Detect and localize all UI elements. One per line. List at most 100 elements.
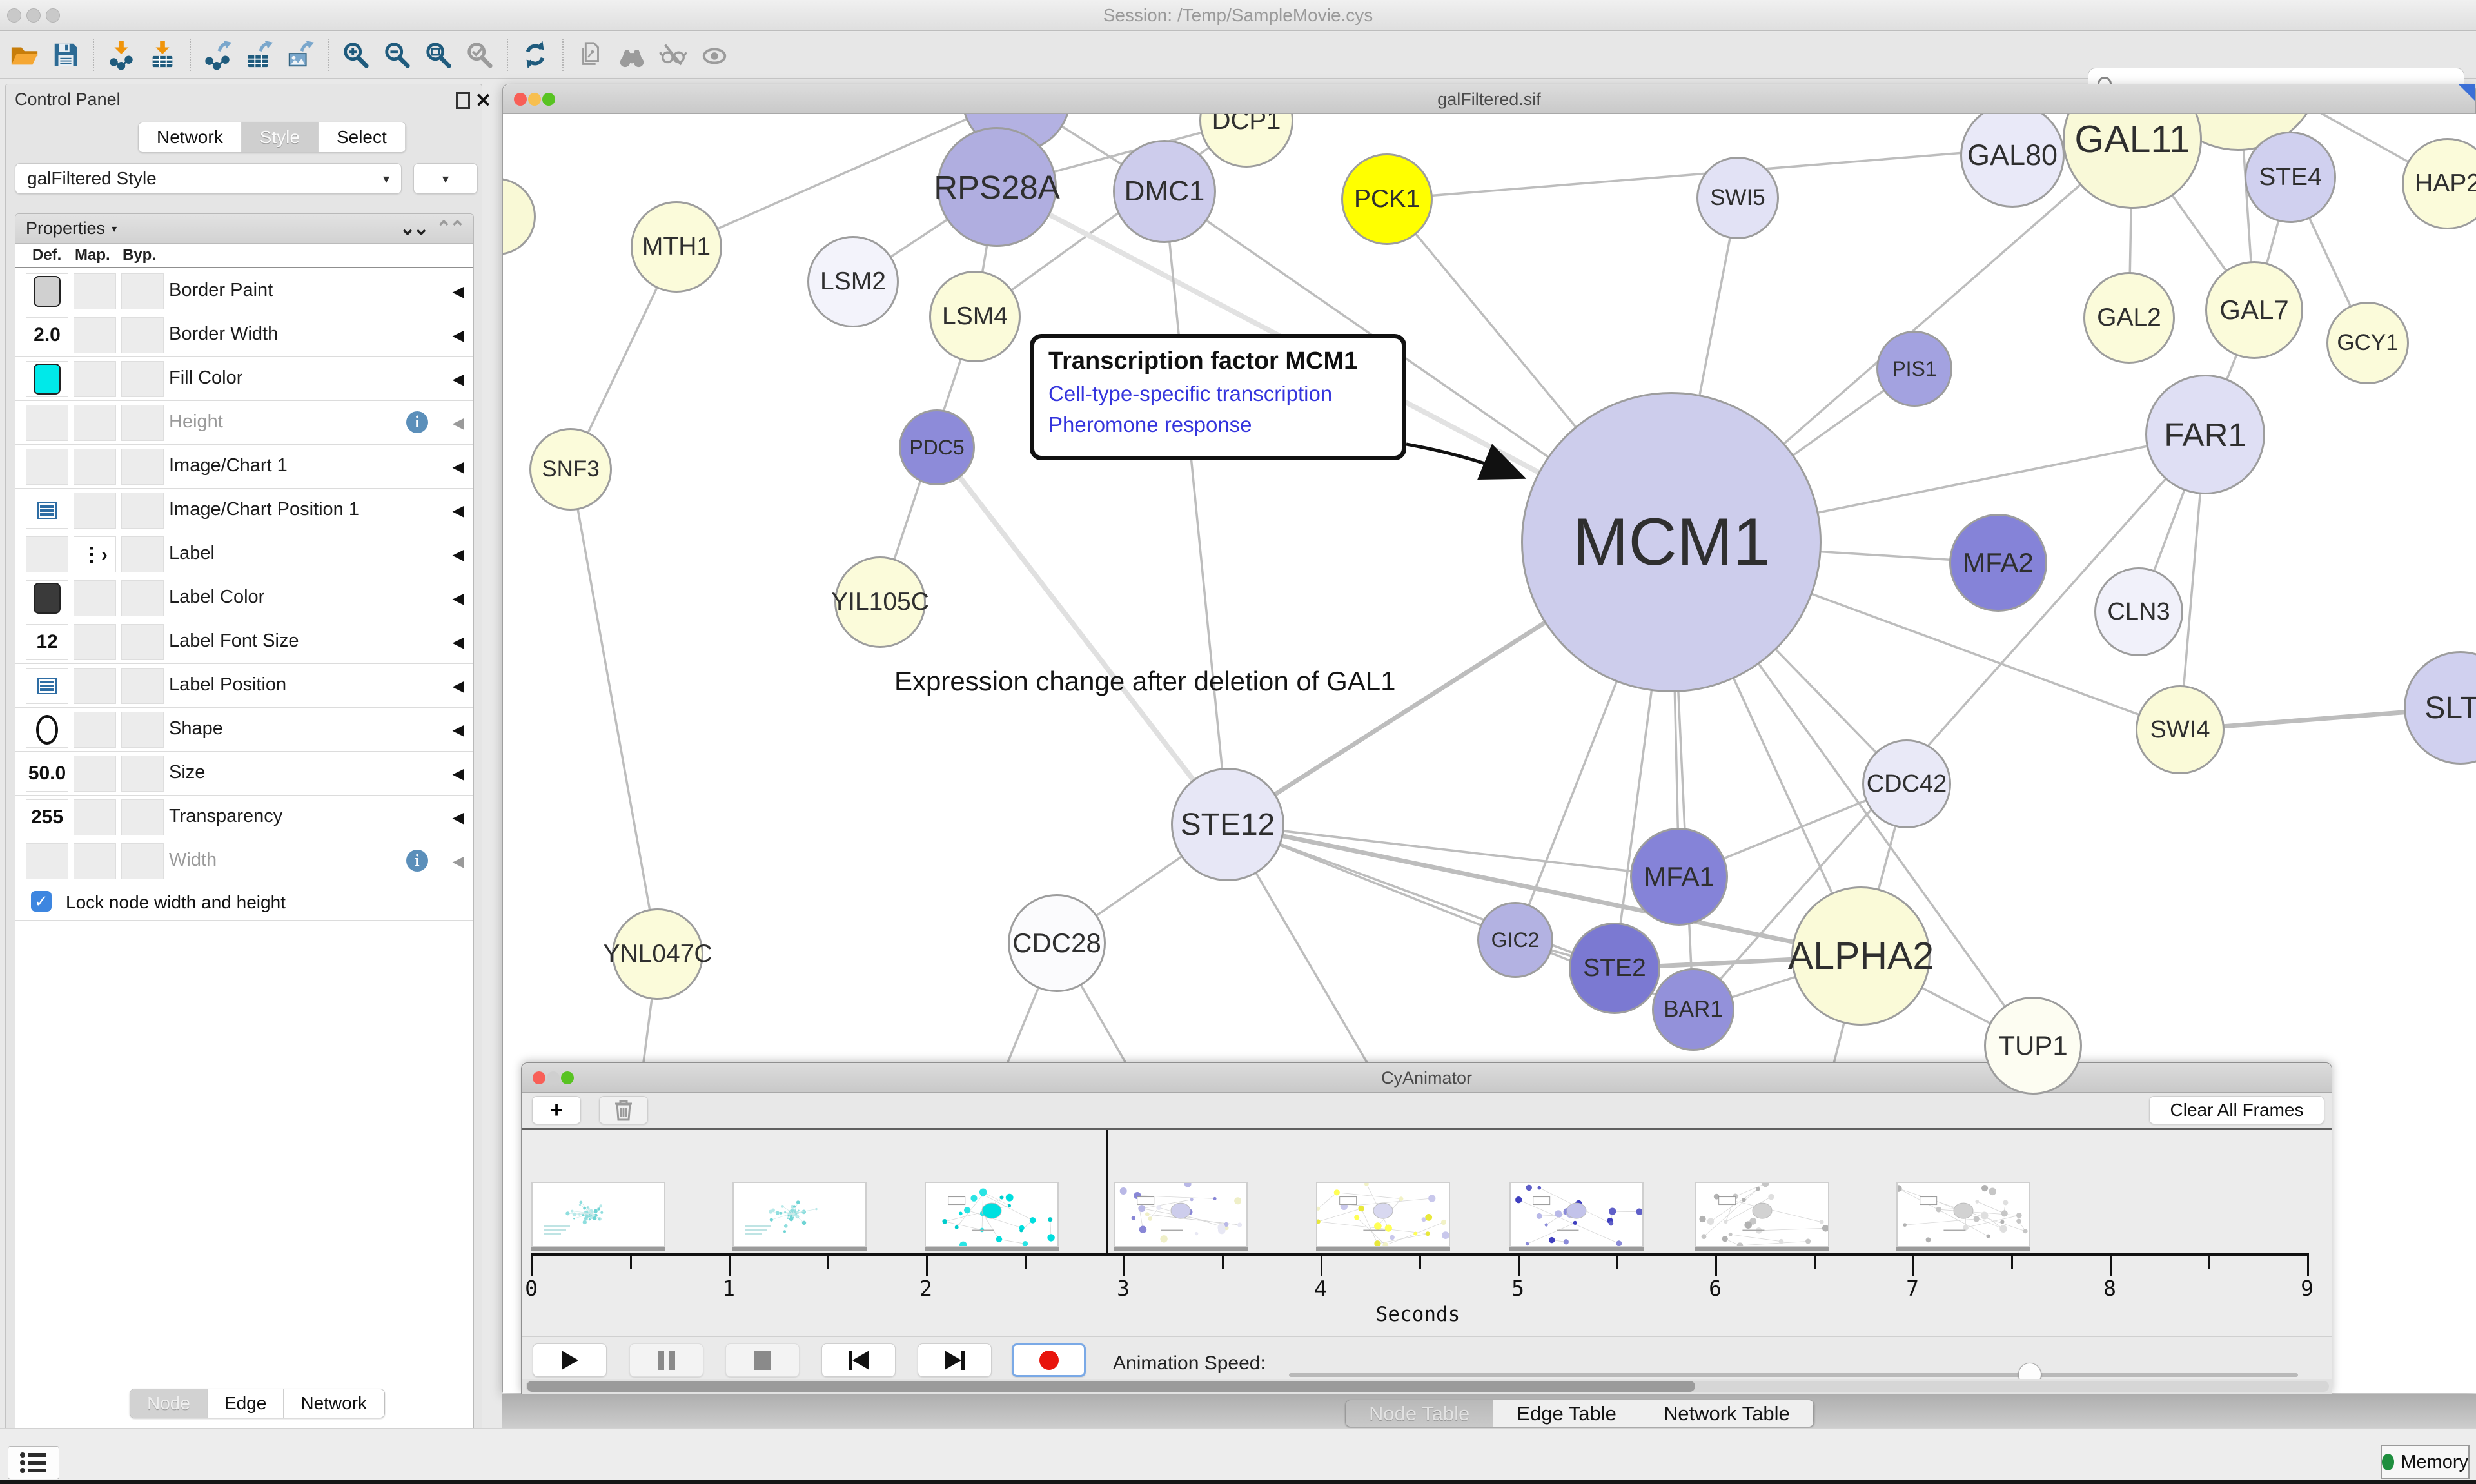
- node-gal2[interactable]: GAL2: [2083, 272, 2175, 364]
- lock-checkbox[interactable]: ✓: [31, 891, 52, 912]
- expand-row-icon[interactable]: ◀: [453, 458, 464, 476]
- mapping-cell[interactable]: [74, 361, 116, 397]
- bypass-cell[interactable]: [121, 317, 164, 353]
- mapping-cell[interactable]: [74, 273, 116, 309]
- tab-node-table[interactable]: Node Table: [1346, 1400, 1493, 1427]
- close-panel-icon[interactable]: ✕: [475, 90, 491, 112]
- zoom-fit-icon[interactable]: [418, 37, 459, 73]
- node-dmc1[interactable]: DMC1: [1113, 140, 1216, 243]
- mapping-cell[interactable]: [74, 799, 116, 835]
- bypass-cell[interactable]: [121, 449, 164, 485]
- expand-row-icon[interactable]: ◀: [453, 326, 464, 345]
- mapping-cell[interactable]: [74, 405, 116, 441]
- float-panel-icon[interactable]: [456, 92, 470, 109]
- show-details-icon[interactable]: [694, 37, 735, 73]
- export-network-icon[interactable]: [197, 37, 239, 73]
- expand-row-icon[interactable]: ◀: [453, 852, 464, 871]
- default-value-cell[interactable]: [26, 273, 68, 309]
- default-value-cell[interactable]: 50.0: [26, 756, 68, 792]
- node-rps28a[interactable]: RPS28A: [937, 127, 1057, 247]
- expand-row-icon[interactable]: ◀: [453, 414, 464, 433]
- frame-thumbnail-7[interactable]: [1896, 1182, 2030, 1247]
- save-session-icon[interactable]: [45, 37, 86, 73]
- bypass-cell[interactable]: [121, 273, 164, 309]
- stop-button[interactable]: [725, 1343, 800, 1377]
- tab-style[interactable]: Style: [242, 122, 319, 152]
- node-mfa1[interactable]: MFA1: [1630, 828, 1728, 926]
- default-value-cell[interactable]: 255: [26, 799, 68, 835]
- bypass-cell[interactable]: [121, 580, 164, 616]
- frame-thumbnail-0[interactable]: [531, 1182, 665, 1247]
- style-selector[interactable]: galFiltered Style ▾: [15, 163, 402, 194]
- property-row-label-position[interactable]: Label Position◀: [15, 664, 473, 708]
- bypass-cell[interactable]: [121, 361, 164, 397]
- record-button[interactable]: [1012, 1343, 1086, 1377]
- mapping-cell[interactable]: [74, 712, 116, 748]
- network-window-titlebar[interactable]: galFiltered.sif: [503, 84, 2475, 114]
- node-alpha2[interactable]: ALPHA2: [1791, 886, 1931, 1026]
- tab-edge-table[interactable]: Edge Table: [1493, 1400, 1640, 1427]
- expand-row-icon[interactable]: ◀: [453, 633, 464, 652]
- zoom-out-icon[interactable]: [377, 37, 418, 73]
- style-tab-node[interactable]: Node: [130, 1389, 208, 1418]
- properties-header[interactable]: Properties ▾ ⌄⌄ ⌃⌃: [15, 214, 473, 244]
- node-ste4[interactable]: STE4: [2245, 132, 2336, 223]
- mapping-cell[interactable]: [74, 668, 116, 704]
- property-row-height[interactable]: Heighti◀: [15, 401, 473, 445]
- clear-all-frames-button[interactable]: Clear All Frames: [2149, 1096, 2324, 1124]
- node-bar1[interactable]: BAR1: [1652, 968, 1734, 1051]
- property-row-shape[interactable]: Shape◀: [15, 708, 473, 752]
- frame-thumbnail-5[interactable]: [1509, 1182, 1644, 1247]
- default-value-cell[interactable]: [26, 580, 68, 616]
- node-yil105c[interactable]: YIL105C: [834, 556, 926, 648]
- skip-start-button[interactable]: [821, 1343, 896, 1377]
- node-lsm4[interactable]: LSM4: [929, 271, 1021, 362]
- property-row-image-chart-1[interactable]: Image/Chart 1◀: [15, 445, 473, 489]
- play-button[interactable]: [533, 1343, 607, 1377]
- property-row-label[interactable]: ⋮›Label◀: [15, 532, 473, 576]
- property-row-width[interactable]: Widthi◀: [15, 839, 473, 883]
- export-table-icon[interactable]: [239, 37, 280, 73]
- bypass-cell[interactable]: [121, 756, 164, 792]
- node-swi5[interactable]: SWI5: [1696, 157, 1779, 239]
- expand-row-icon[interactable]: ◀: [453, 370, 464, 389]
- zoom-in-icon[interactable]: [335, 37, 377, 73]
- style-tab-network[interactable]: Network: [284, 1389, 384, 1418]
- node-cdc42[interactable]: CDC42: [1862, 739, 1951, 828]
- default-value-cell[interactable]: 2.0: [26, 317, 68, 353]
- expand-row-icon[interactable]: ◀: [453, 502, 464, 520]
- property-row-fill-color[interactable]: Fill Color◀: [15, 357, 473, 401]
- refresh-layout-icon[interactable]: [515, 37, 556, 73]
- mapping-cell[interactable]: [74, 449, 116, 485]
- bypass-cell[interactable]: [121, 668, 164, 704]
- bypass-cell[interactable]: [121, 799, 164, 835]
- export-image-icon[interactable]: [280, 37, 321, 73]
- node-ste2[interactable]: STE2: [1569, 923, 1660, 1014]
- animation-speed-slider[interactable]: [1289, 1373, 2298, 1377]
- bypass-cell[interactable]: [121, 624, 164, 660]
- delete-frame-button[interactable]: [599, 1096, 648, 1124]
- mcm1-annotation[interactable]: Transcription factor MCM1 Cell-type-spec…: [1030, 334, 1406, 460]
- frame-thumbnail-4[interactable]: [1316, 1182, 1450, 1247]
- mapping-cell[interactable]: [74, 843, 116, 879]
- tab-network-table[interactable]: Network Table: [1640, 1400, 1814, 1427]
- default-value-cell[interactable]: [26, 493, 68, 529]
- open-session-icon[interactable]: [4, 37, 45, 73]
- expand-all-icon[interactable]: ⌄⌄: [399, 217, 426, 240]
- default-value-cell[interactable]: [26, 449, 68, 485]
- mapping-cell[interactable]: [74, 756, 116, 792]
- info-icon[interactable]: i: [406, 850, 428, 872]
- frame-thumbnail-3[interactable]: [1114, 1182, 1248, 1247]
- property-row-size[interactable]: 50.0Size◀: [15, 752, 473, 796]
- property-row-border-width[interactable]: 2.0Border Width◀: [15, 313, 473, 357]
- expand-row-icon[interactable]: ◀: [453, 721, 464, 739]
- task-history-button[interactable]: [8, 1446, 59, 1479]
- annotation-link-2[interactable]: Pheromone response: [1048, 413, 1402, 437]
- animator-hscrollbar[interactable]: [522, 1379, 2332, 1394]
- expand-row-icon[interactable]: ◀: [453, 677, 464, 696]
- copy-document-icon[interactable]: [570, 37, 611, 73]
- import-network-icon[interactable]: [101, 37, 142, 73]
- node-ste12[interactable]: STE12: [1171, 768, 1284, 881]
- property-row-label-color[interactable]: Label Color◀: [15, 576, 473, 620]
- bypass-cell[interactable]: [121, 843, 164, 879]
